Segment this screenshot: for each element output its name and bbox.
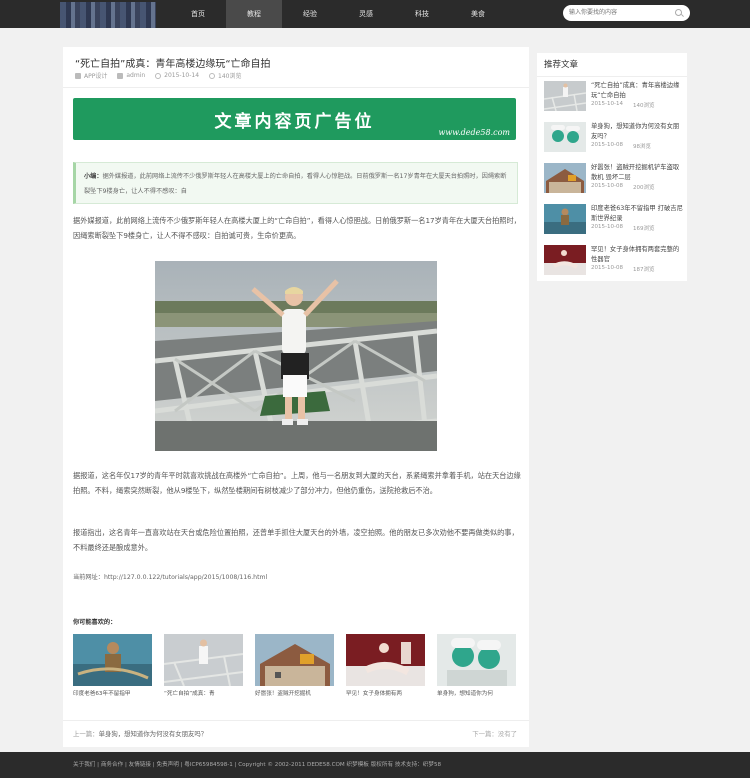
related-caption[interactable]: 好嚣张！盗贼开挖掘机 xyxy=(255,689,334,697)
nav-tech[interactable]: 科技 xyxy=(394,0,450,28)
divider xyxy=(63,87,529,88)
thumb-image xyxy=(255,634,334,686)
recommended-views: 169浏览 xyxy=(632,226,655,232)
main-nav: 首页 教程 经验 灵感 科技 美食 xyxy=(170,0,506,28)
nav-experience[interactable]: 经验 xyxy=(282,0,338,28)
search-input[interactable] xyxy=(563,5,690,21)
recommended-item[interactable]: 罕见！女子身体拥有两套完整的性器官 2015-10-08 187浏览 xyxy=(544,245,684,286)
recommended-title[interactable]: 罕见！女子身体拥有两套完整的性器官 xyxy=(591,245,685,264)
next-article: 下一篇：没有了 xyxy=(472,730,517,738)
recommended-panel: 推荐文章 “死亡自拍”成真：青年高楼边缘玩“亡命自拍 2015-10-14 140… xyxy=(537,53,687,281)
related-item[interactable]: “死亡自拍”成真：青 xyxy=(164,634,243,697)
divider xyxy=(63,720,529,721)
article-paragraph-3: 报道指出，这名青年一直喜欢站在天台或危险位置拍照，还曾单手抓住大厦天台的外墙，凌… xyxy=(73,528,519,552)
site-logo[interactable] xyxy=(60,2,156,28)
thumb-image xyxy=(544,81,586,111)
recommended-title[interactable]: “死亡自拍”成真：青年高楼边缘玩“亡命自拍 xyxy=(591,81,685,100)
sidebar-title: 推荐文章 xyxy=(537,53,687,77)
prev-link[interactable]: 单身狗，想知道你为何没有女朋友吗？ xyxy=(99,730,208,738)
category-icon xyxy=(75,72,81,79)
article-author[interactable]: admin xyxy=(126,72,145,79)
related-thumb-nails[interactable] xyxy=(73,634,152,686)
related-item[interactable]: 印度老爸63年不留指甲 xyxy=(73,634,152,697)
recommended-item[interactable]: 印度老爸63年不留指甲 打破吉尼斯世界纪录 2015-10-08 169浏览 xyxy=(544,204,684,245)
thumb-image xyxy=(544,163,586,193)
recommended-date: 2015-10-08 xyxy=(591,265,623,271)
nav-tutorials[interactable]: 教程 xyxy=(226,0,282,28)
article-photo xyxy=(155,261,437,451)
site-footer: 关于我们 | 商务合作 | 友情链接 | 免责声明 | 粤ICP65984598… xyxy=(0,752,750,778)
recommended-date: 2015-10-08 xyxy=(591,142,623,148)
recommended-title[interactable]: 单身狗，想知道你为何没有女朋友吗？ xyxy=(591,122,685,141)
user-icon xyxy=(117,72,124,79)
related-item[interactable]: 单身狗，想知道你为何 xyxy=(437,634,516,697)
ad-url: www.dede58.com xyxy=(438,128,510,137)
article-date: 2015-10-14 xyxy=(164,72,200,79)
nav-inspiration[interactable]: 灵感 xyxy=(338,0,394,28)
recommended-views: 200浏览 xyxy=(632,185,655,191)
url-link[interactable]: http://127.0.0.122/tutorials/app/2015/10… xyxy=(104,574,267,581)
recommended-thumb[interactable] xyxy=(544,81,586,111)
related-caption[interactable]: 单身狗，想知道你为何 xyxy=(437,689,516,697)
thumb-image xyxy=(437,634,516,686)
related-caption[interactable]: “死亡自拍”成真：青 xyxy=(164,689,243,697)
recommended-views: 187浏览 xyxy=(632,267,655,273)
thumb-image xyxy=(164,634,243,686)
article-summary: 小编：据外媒报道，此前网络上流传不少俄罗斯年轻人在高楼大厦上的亡命自拍，看得人心… xyxy=(73,162,518,204)
related-thumb-excavator[interactable] xyxy=(255,634,334,686)
recommended-item[interactable]: 好嚣张！盗贼开挖掘机铲车盗取散机 毁坏二层 2015-10-08 200浏览 xyxy=(544,163,684,204)
article-panel: “死亡自拍”成真：青年高楼边缘玩“亡命自拍 APP设计 admin 2015-1… xyxy=(63,47,529,747)
related-caption[interactable]: 罕见！女子身体拥有两 xyxy=(346,689,425,697)
recommended-date: 2015-10-08 xyxy=(591,224,623,230)
nav-food[interactable]: 美食 xyxy=(450,0,506,28)
recommended-views: 98浏览 xyxy=(632,144,651,150)
recommended-date: 2015-10-08 xyxy=(591,183,623,189)
related-thumb-masks[interactable] xyxy=(437,634,516,686)
related-item[interactable]: 好嚣张！盗贼开挖掘机 xyxy=(255,634,334,697)
thumb-image xyxy=(73,634,152,686)
article-meta: APP设计 admin 2015-10-14 140浏览 xyxy=(75,71,241,80)
thumb-image xyxy=(544,245,586,275)
summary-label: 小编： xyxy=(84,173,103,180)
related-item[interactable]: 罕见！女子身体拥有两 xyxy=(346,634,425,697)
eye-icon xyxy=(209,72,216,79)
article-title: “死亡自拍”成真：青年高楼边缘玩“亡命自拍 xyxy=(75,59,271,70)
url-label: 当前网址： xyxy=(73,574,104,581)
recommended-thumb[interactable] xyxy=(544,122,586,152)
thumb-image xyxy=(544,204,586,234)
article-paragraph-2: 据报道，这名年仅17岁的青年平时就喜欢挑战在高楼外“亡命自拍”。上周，他与一名朋… xyxy=(73,471,521,495)
thumb-image xyxy=(544,122,586,152)
clock-icon xyxy=(155,72,162,79)
related-caption[interactable]: 印度老爸63年不留指甲 xyxy=(73,689,152,697)
recommended-thumb[interactable] xyxy=(544,163,586,193)
ad-banner[interactable]: 文章内容页广告位 www.dede58.com xyxy=(73,98,516,140)
article-category[interactable]: APP设计 xyxy=(84,71,107,80)
recommended-title[interactable]: 印度老爸63年不留指甲 打破吉尼斯世界纪录 xyxy=(591,204,685,223)
prev-label: 上一篇： xyxy=(73,730,99,738)
related-thumb-woman[interactable] xyxy=(346,634,425,686)
current-url: 当前网址：http://127.0.0.122/tutorials/app/20… xyxy=(73,572,267,581)
recommended-title[interactable]: 好嚣张！盗贼开挖掘机铲车盗取散机 毁坏二层 xyxy=(591,163,685,182)
prev-article[interactable]: 上一篇：单身狗，想知道你为何没有女朋友吗？ xyxy=(73,729,207,738)
related-list: 印度老爸63年不留指甲 “死亡自拍”成真：青 好嚣张！盗贼开挖掘机 罕见！女子身… xyxy=(73,634,516,697)
recommended-thumb[interactable] xyxy=(544,204,586,234)
article-paragraph-1: 据外媒报道，此前网络上流传不少俄罗斯年轻人在高楼大厦上的“亡命自拍”，看得人心惊… xyxy=(73,216,521,240)
recommended-views: 140浏览 xyxy=(632,103,655,109)
related-thumb-selfie[interactable] xyxy=(164,634,243,686)
recommended-item[interactable]: 单身狗，想知道你为何没有女朋友吗？ 2015-10-08 98浏览 xyxy=(544,122,684,163)
related-heading: 你可能喜欢的： xyxy=(73,619,117,626)
summary-text: 据外媒报道，此前网络上流传不少俄罗斯年轻人在高楼大厦上的亡命自拍，看得人心惊胆战… xyxy=(84,173,507,195)
search-icon[interactable] xyxy=(675,9,682,16)
nav-home[interactable]: 首页 xyxy=(170,0,226,28)
recommended-item[interactable]: “死亡自拍”成真：青年高楼边缘玩“亡命自拍 2015-10-14 140浏览 xyxy=(544,81,684,122)
thumb-image xyxy=(346,634,425,686)
top-nav-bar: 首页 教程 经验 灵感 科技 美食 xyxy=(0,0,750,28)
article-views: 140浏览 xyxy=(218,73,242,80)
photo-illustration xyxy=(155,261,437,451)
recommended-date: 2015-10-14 xyxy=(591,101,623,107)
recommended-thumb[interactable] xyxy=(544,245,586,275)
